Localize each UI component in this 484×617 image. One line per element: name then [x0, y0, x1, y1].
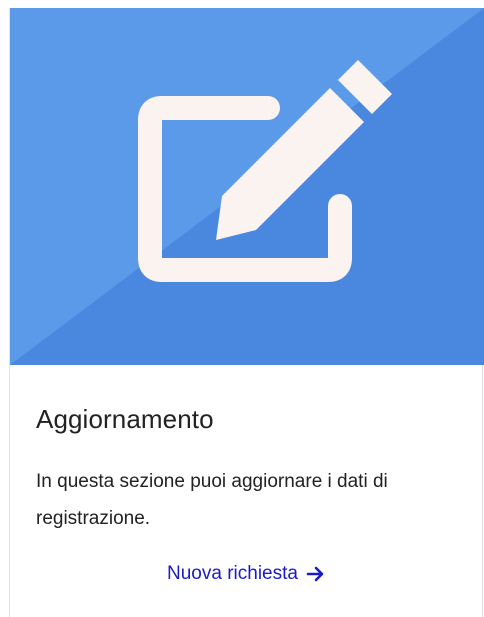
- update-card: Aggiornamento In questa sezione puoi agg…: [9, 8, 484, 617]
- hero-background: [10, 8, 484, 365]
- arrow-right-icon: [306, 566, 324, 582]
- card-hero-image: [10, 8, 484, 365]
- new-request-link[interactable]: Nuova richiesta: [167, 563, 326, 585]
- card-title: Aggiornamento: [36, 404, 214, 434]
- card-description: In questa sezione puoi aggiornare i dati…: [36, 471, 388, 529]
- new-request-label: Nuova richiesta: [167, 563, 298, 584]
